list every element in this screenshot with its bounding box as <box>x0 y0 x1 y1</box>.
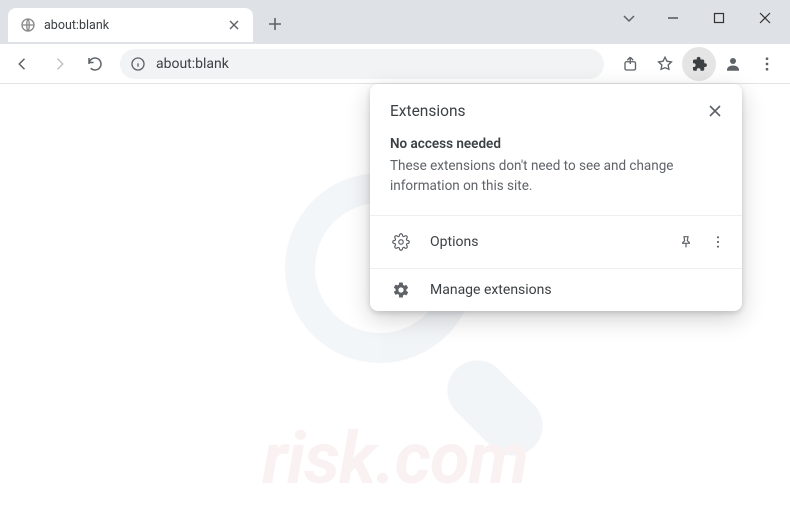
manage-label: Manage extensions <box>430 282 734 298</box>
menu-button[interactable] <box>750 47 784 81</box>
more-actions-button[interactable] <box>702 226 734 258</box>
profile-button[interactable] <box>716 47 750 81</box>
tab-title: about:blank <box>44 18 225 33</box>
browser-toolbar: about:blank <box>0 44 790 84</box>
gear-outline-icon <box>390 231 412 253</box>
share-button[interactable] <box>614 47 648 81</box>
popup-subheading: No access needed <box>390 136 722 152</box>
pin-button[interactable] <box>670 226 702 258</box>
window-close-button[interactable] <box>742 3 788 33</box>
page-content: risk.com Extensions No access needed The… <box>0 84 790 531</box>
window-maximize-button[interactable] <box>696 3 742 33</box>
watermark-text: risk.com <box>262 416 528 501</box>
options-label: Options <box>430 234 670 250</box>
new-tab-button[interactable] <box>261 10 289 38</box>
window-titlebar: about:blank <box>0 0 790 44</box>
address-bar[interactable]: about:blank <box>120 49 604 79</box>
bookmark-button[interactable] <box>648 47 682 81</box>
gear-icon <box>390 279 412 301</box>
url-text: about:blank <box>156 56 229 72</box>
extensions-popup: Extensions No access needed These extens… <box>370 84 742 311</box>
close-tab-button[interactable] <box>225 16 243 34</box>
forward-button[interactable] <box>42 47 76 81</box>
popup-description: These extensions don't need to see and c… <box>390 156 722 197</box>
extension-row[interactable]: Options <box>370 215 742 268</box>
browser-tab[interactable]: about:blank <box>8 8 253 42</box>
chevron-down-icon[interactable] <box>614 3 644 33</box>
reload-button[interactable] <box>78 47 112 81</box>
back-button[interactable] <box>6 47 40 81</box>
site-info-icon[interactable] <box>130 56 146 72</box>
popup-close-button[interactable] <box>702 98 728 124</box>
window-minimize-button[interactable] <box>650 3 696 33</box>
popup-title: Extensions <box>390 102 466 120</box>
manage-extensions-row[interactable]: Manage extensions <box>370 268 742 311</box>
extensions-button[interactable] <box>682 47 716 81</box>
globe-icon <box>20 17 36 33</box>
